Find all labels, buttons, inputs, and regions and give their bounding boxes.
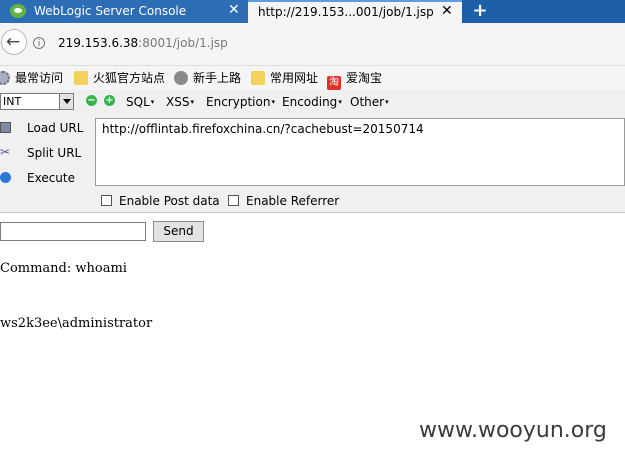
watermark: www.wooyun.org — [419, 418, 607, 443]
menu-label: Encoding — [282, 95, 338, 109]
folder-icon — [251, 71, 265, 85]
nav-bar: ← i 219.153.6.38:8001/job/1.jsp — [0, 23, 625, 66]
hackbar-url-textarea[interactable]: http://offlintab.firefoxchina.cn/?cacheb… — [95, 118, 625, 186]
wechat-icon — [10, 4, 26, 18]
disk-icon — [0, 122, 11, 133]
menu-label: XSS — [166, 95, 190, 109]
back-button[interactable]: ← — [1, 29, 27, 55]
taobao-icon: 淘 — [327, 76, 341, 90]
enable-post-label: Enable Post data — [119, 194, 220, 208]
menu-other[interactable]: Other▾ — [350, 95, 389, 109]
bookmark-getting-started[interactable]: 新手上路 — [174, 69, 241, 87]
tab-title: WebLogic Server Console — [34, 4, 187, 18]
execute-label: Execute — [27, 171, 75, 185]
menu-label: SQL — [126, 95, 150, 109]
bookmark-label: 常用网址 — [270, 71, 319, 85]
globe-icon — [174, 71, 188, 85]
menu-encoding[interactable]: Encoding▾ — [282, 95, 342, 109]
caret-down-icon: ▾ — [271, 98, 275, 106]
enable-referrer-label: Enable Referrer — [246, 194, 340, 208]
minus-icon[interactable]: − — [86, 95, 97, 106]
split-url-label: Split URL — [27, 146, 82, 160]
hackbar-toolbar: INT − + SQL▾ XSS▾ Encryption▾ Encoding▾ … — [0, 90, 625, 114]
chevron-down-icon[interactable] — [59, 94, 73, 109]
bookmark-firefox-official[interactable]: 火狐官方站点 — [74, 69, 165, 87]
scissors-icon: ✂ — [0, 145, 11, 159]
bookmark-ai-taobao[interactable]: 淘爱淘宝 — [327, 69, 383, 90]
send-button[interactable]: Send — [153, 221, 204, 242]
menu-sql[interactable]: SQL▾ — [126, 95, 154, 109]
bookmark-label: 最常访问 — [15, 71, 64, 85]
bookmark-label: 火狐官方站点 — [93, 71, 166, 85]
bookmark-most-visited[interactable]: 最常访问 — [0, 69, 63, 87]
close-tab-icon[interactable]: ✕ — [441, 3, 453, 19]
menu-encryption[interactable]: Encryption▾ — [206, 95, 275, 109]
checkbox-box[interactable] — [228, 195, 239, 206]
load-url-label: Load URL — [27, 121, 84, 135]
url-path: :8001/job/1.jsp — [138, 36, 228, 50]
tab-weblogic-console[interactable]: WebLogic Server Console ✕ — [0, 0, 248, 23]
url-host: 219.153.6.38 — [58, 36, 139, 50]
url-bar[interactable]: 219.153.6.38:8001/job/1.jsp — [58, 36, 228, 50]
info-icon[interactable]: i — [33, 37, 45, 49]
tab-title: http://219.153...001/job/1.jsp — [258, 5, 434, 19]
bookmark-label: 爱淘宝 — [346, 71, 383, 85]
checkbox-box[interactable] — [101, 195, 112, 206]
command-input[interactable] — [0, 222, 146, 241]
new-tab-button[interactable]: + — [470, 0, 490, 23]
type-select-value: INT — [3, 95, 22, 108]
caret-down-icon: ▾ — [190, 98, 194, 106]
caret-down-icon: ▾ — [338, 98, 342, 106]
play-icon — [0, 172, 11, 183]
command-text: Command: whoami — [0, 261, 127, 276]
bookmarks-bar: 最常访问 火狐官方站点 新手上路 常用网址 淘爱淘宝 — [0, 66, 625, 90]
menu-label: Encryption — [206, 95, 271, 109]
plus-icon[interactable]: + — [104, 95, 115, 106]
bookmark-label: 新手上路 — [193, 71, 242, 85]
tab-job-jsp[interactable]: http://219.153...001/job/1.jsp ✕ — [248, 0, 462, 23]
close-tab-icon[interactable]: ✕ — [228, 2, 240, 18]
caret-down-icon: ▾ — [385, 98, 389, 106]
bookmark-common-sites[interactable]: 常用网址 — [251, 69, 318, 87]
menu-xss[interactable]: XSS▾ — [166, 95, 194, 109]
type-select[interactable]: INT — [0, 93, 74, 110]
back-arrow-icon: ← — [6, 32, 21, 52]
command-output: ws2k3ee\administrator — [0, 316, 153, 331]
caret-down-icon: ▾ — [150, 98, 155, 106]
folder-icon — [74, 71, 88, 85]
menu-label: Other — [350, 95, 385, 109]
gear-icon — [0, 71, 10, 85]
hackbar-panel: Load URL ✂ Split URL Execute http://offl… — [0, 114, 625, 213]
tab-strip: WebLogic Server Console ✕ http://219.153… — [0, 0, 625, 23]
